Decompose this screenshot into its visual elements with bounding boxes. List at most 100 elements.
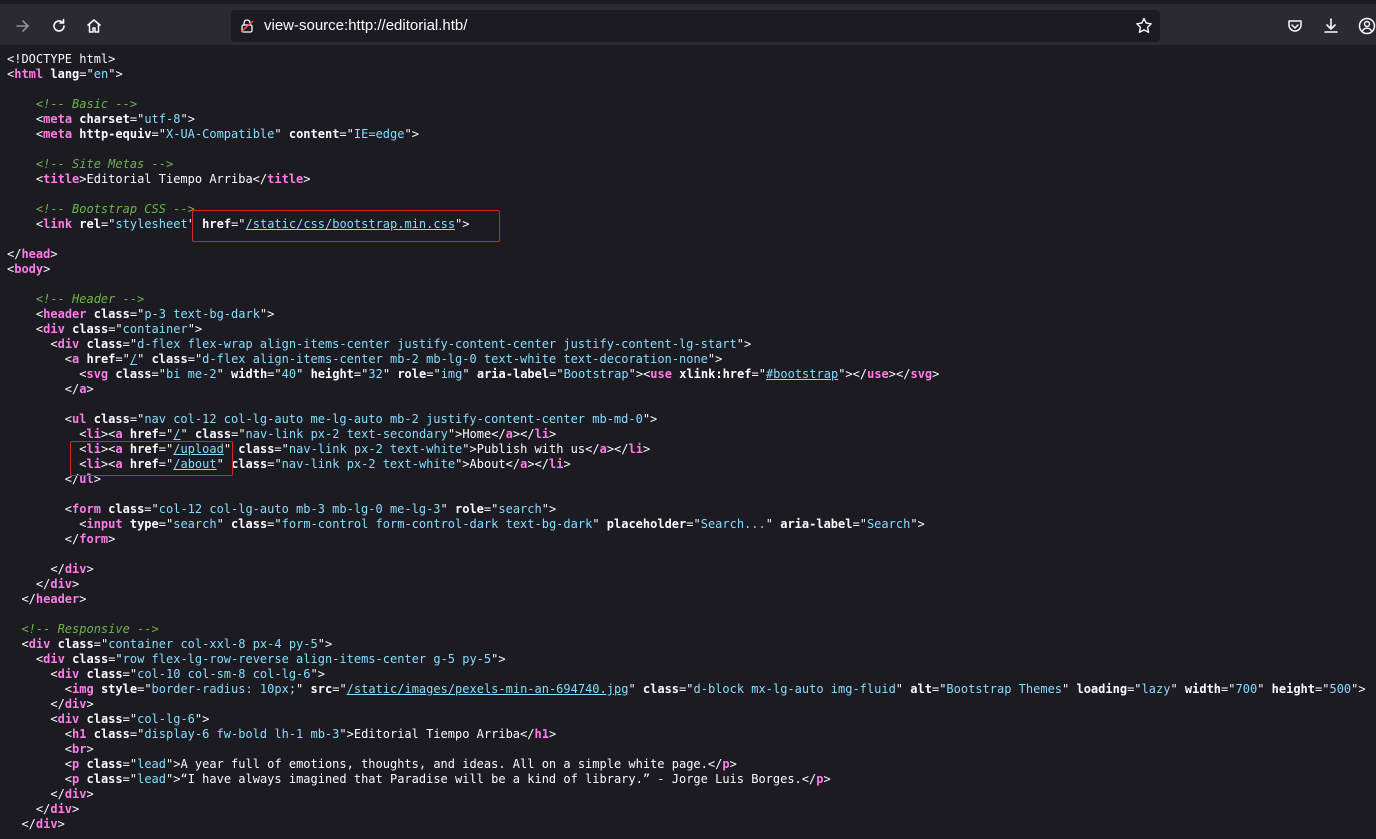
attribute-value: border-radius: 10px; xyxy=(151,682,297,696)
source-line: <br> xyxy=(7,742,1366,757)
attribute-value: lazy xyxy=(1141,682,1171,696)
tag-name: p xyxy=(722,757,730,771)
lock-warning-icon[interactable] xyxy=(239,18,255,34)
source-line: <!DOCTYPE html> xyxy=(7,52,1366,67)
source-line: <li><a href="/" class="nav-link px-2 tex… xyxy=(79,427,557,441)
tag-bracket: </ xyxy=(21,817,36,831)
tag-bracket: > xyxy=(606,442,615,456)
source-line: <input type="search" class="form-control… xyxy=(79,517,925,531)
tag-name: p xyxy=(72,772,80,786)
source-comment: <!-- Header --> xyxy=(35,292,145,306)
tag-bracket: > xyxy=(1358,682,1366,696)
tag-name: div xyxy=(57,667,80,681)
page-source-view: <!DOCTYPE html> <html lang="en"> <!-- Bas… xyxy=(0,45,1376,839)
source-line: </div> xyxy=(7,817,1366,832)
source-line: <!-- Header --> xyxy=(7,292,1366,307)
tag-bracket: </ xyxy=(64,382,80,396)
tag-bracket: </ xyxy=(491,427,506,441)
attribute-value: 500 xyxy=(1329,682,1352,696)
highlight-box-nav-links xyxy=(70,441,233,476)
attribute-value: row flex-lg-row-reverse align-items-cent… xyxy=(122,652,492,666)
attribute-value: col-10 col-sm-8 col-lg-6 xyxy=(137,667,311,681)
source-line xyxy=(7,547,1366,562)
tag-bracket: > xyxy=(744,337,752,351)
source-line: <meta charset="utf-8"> xyxy=(35,112,195,126)
source-line xyxy=(7,487,1366,502)
source-line: <img style="border-radius: 10px;" src="/… xyxy=(64,682,1366,696)
attribute-name: class xyxy=(151,352,188,366)
forward-button[interactable] xyxy=(8,11,38,41)
tag-name: div xyxy=(35,817,58,831)
source-line xyxy=(7,607,1366,622)
home-icon xyxy=(87,19,101,33)
attribute-value: search xyxy=(498,502,542,516)
source-line: <svg class="bi me-2" width="40" height="… xyxy=(79,367,940,381)
attribute-name: class xyxy=(86,757,123,771)
source-line: <ul class="nav col-12 col-lg-auto me-lg-… xyxy=(64,412,658,426)
source-line: </head> xyxy=(7,247,1366,262)
attribute-name: src xyxy=(310,682,333,696)
tag-name: title xyxy=(43,172,80,186)
tag-name: li xyxy=(549,457,564,471)
tag-bracket: < xyxy=(64,502,73,516)
source-line: <body> xyxy=(7,262,1366,277)
attribute-value: 32 xyxy=(368,367,383,381)
attribute-value: img xyxy=(440,367,463,381)
source-line: <header class="p-3 text-bg-dark"> xyxy=(35,307,275,321)
source-line: <!-- Responsive --> xyxy=(7,622,1366,637)
source-link[interactable]: / xyxy=(130,352,137,366)
home-button[interactable] xyxy=(79,11,109,41)
attribute-value: container xyxy=(122,322,188,336)
attribute-value: Search xyxy=(866,517,911,531)
attribute-name: rel xyxy=(79,217,101,231)
attribute-name: class xyxy=(93,727,130,741)
tag-name: ul xyxy=(72,412,87,426)
source-comment: <!-- Basic --> xyxy=(35,97,138,111)
tag-bracket: > xyxy=(635,367,644,381)
reload-button[interactable] xyxy=(44,11,74,41)
source-link[interactable]: #bootstrap xyxy=(766,367,838,381)
source-line: <div class="row flex-lg-row-reverse alig… xyxy=(35,652,506,666)
attribute-value: lead xyxy=(137,772,166,786)
tag-bracket: > xyxy=(317,667,325,681)
tag-name: meta xyxy=(43,112,73,126)
attribute-name: type xyxy=(129,517,159,531)
attribute-name: height xyxy=(310,367,354,381)
star-icon[interactable] xyxy=(1134,16,1154,36)
pocket-button[interactable] xyxy=(1280,11,1310,41)
source-comment: <!-- Site Metas --> xyxy=(35,157,174,171)
attribute-name: class xyxy=(86,772,123,786)
url-text[interactable]: view-source:http://editorial.htb/ xyxy=(264,17,467,34)
download-icon xyxy=(1324,18,1338,33)
tag-bracket: > xyxy=(324,637,333,651)
source-line xyxy=(7,277,1366,292)
download-button[interactable] xyxy=(1316,11,1346,41)
attribute-value: col-12 col-lg-auto mb-3 mb-lg-0 me-lg-3 xyxy=(158,502,441,516)
tag-name: title xyxy=(267,172,304,186)
attribute-name: content xyxy=(288,127,340,141)
attribute-name: class xyxy=(231,517,268,531)
attribute-value: search xyxy=(173,517,217,531)
attribute-value: d-flex align-items-center mb-2 mb-lg-0 t… xyxy=(202,352,708,366)
source-line: </header> xyxy=(7,592,1366,607)
tag-bracket: </ xyxy=(252,172,268,186)
tag-bracket: > xyxy=(932,367,940,381)
source-link[interactable]: / xyxy=(173,427,180,441)
attribute-name: width xyxy=(1184,682,1222,696)
source-link[interactable]: /static/images/pexels-min-an-694740.jpg xyxy=(347,682,629,696)
url-bar[interactable]: view-source:http://editorial.htb/ xyxy=(231,10,1160,42)
tag-bracket: > xyxy=(72,577,80,591)
tag-bracket: > xyxy=(917,517,925,531)
tag-bracket: </ xyxy=(520,427,535,441)
tag-bracket: </ xyxy=(520,727,535,741)
attribute-value: d-block mx-lg-auto img-fluid xyxy=(693,682,896,696)
account-button[interactable] xyxy=(1352,11,1376,41)
browser-toolbar: view-source:http://editorial.htb/ xyxy=(0,0,1376,45)
tag-name: div xyxy=(64,787,87,801)
attribute-value: display-6 fw-bold lh-1 mb-3 xyxy=(144,727,340,741)
tag-name: li xyxy=(628,442,643,456)
source-line xyxy=(7,82,1366,97)
tag-bracket: > xyxy=(462,457,470,471)
tag-bracket: > xyxy=(888,367,897,381)
tag-name: input xyxy=(86,517,123,531)
